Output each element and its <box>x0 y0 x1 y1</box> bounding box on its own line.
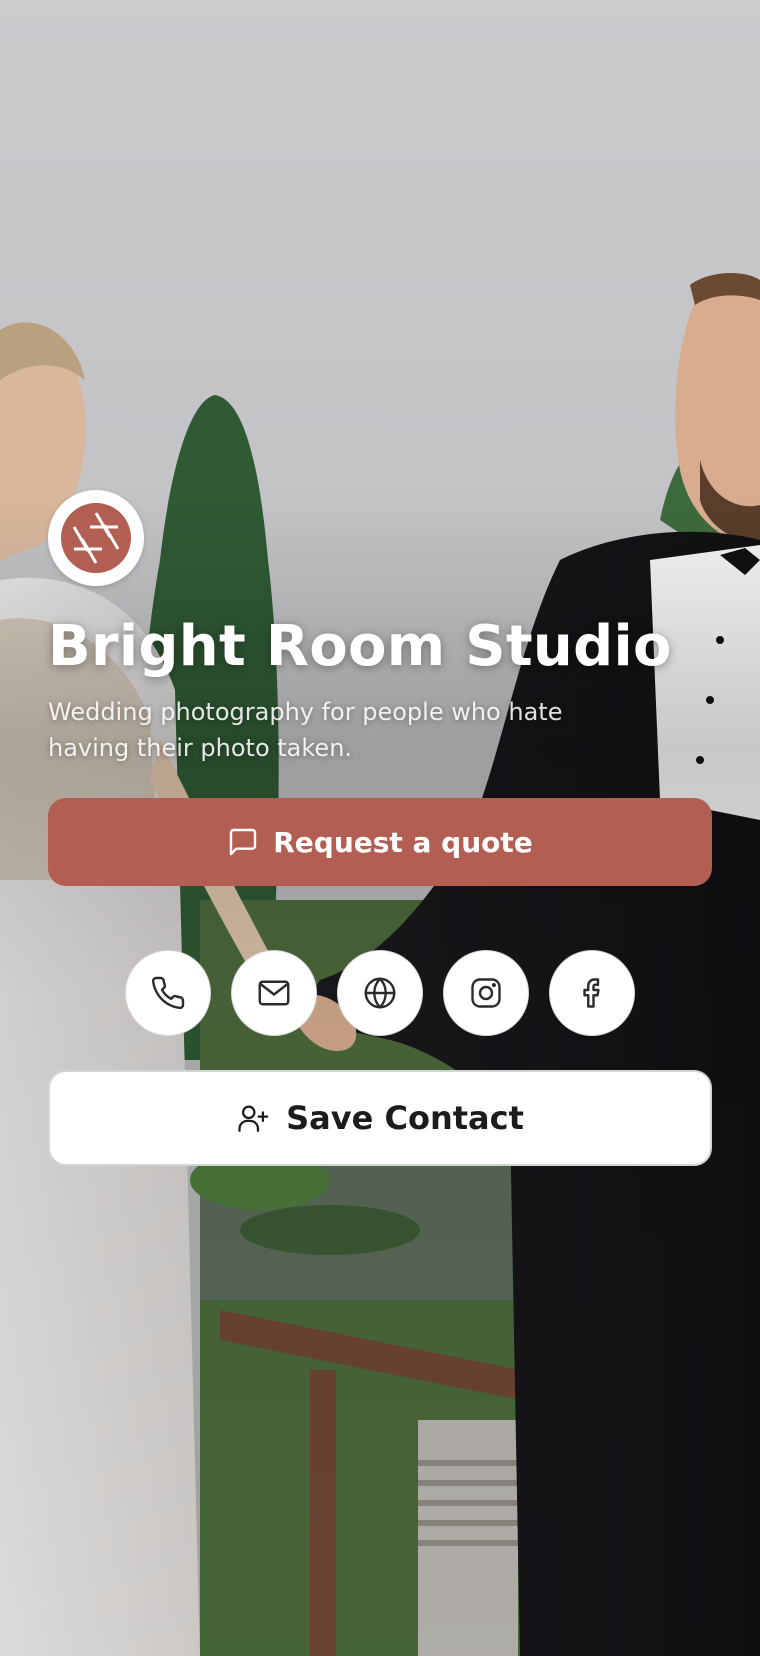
email-button[interactable] <box>231 950 317 1036</box>
save-contact-button[interactable]: Save Contact <box>48 1070 712 1166</box>
instagram-button[interactable] <box>443 950 529 1036</box>
camera-aperture-icon <box>61 503 131 573</box>
instagram-icon <box>471 978 501 1008</box>
message-square-icon <box>230 828 257 856</box>
page-title: Bright Room Studio <box>48 614 672 679</box>
request-quote-button[interactable]: Request a quote <box>48 798 712 886</box>
mail-icon <box>258 980 290 1006</box>
request-quote-label: Request a quote <box>273 825 533 859</box>
phone-button[interactable] <box>125 950 211 1036</box>
globe-icon <box>364 977 396 1009</box>
contact-links <box>0 950 760 1038</box>
brand-logo <box>48 490 144 586</box>
phone-icon <box>151 976 185 1010</box>
facebook-icon <box>583 978 600 1008</box>
save-contact-label: Save Contact <box>286 1099 524 1137</box>
facebook-button[interactable] <box>549 950 635 1036</box>
website-button[interactable] <box>337 950 423 1036</box>
user-plus-icon <box>238 1105 269 1132</box>
page-subtitle: Wedding photography for people who hate … <box>48 698 563 762</box>
